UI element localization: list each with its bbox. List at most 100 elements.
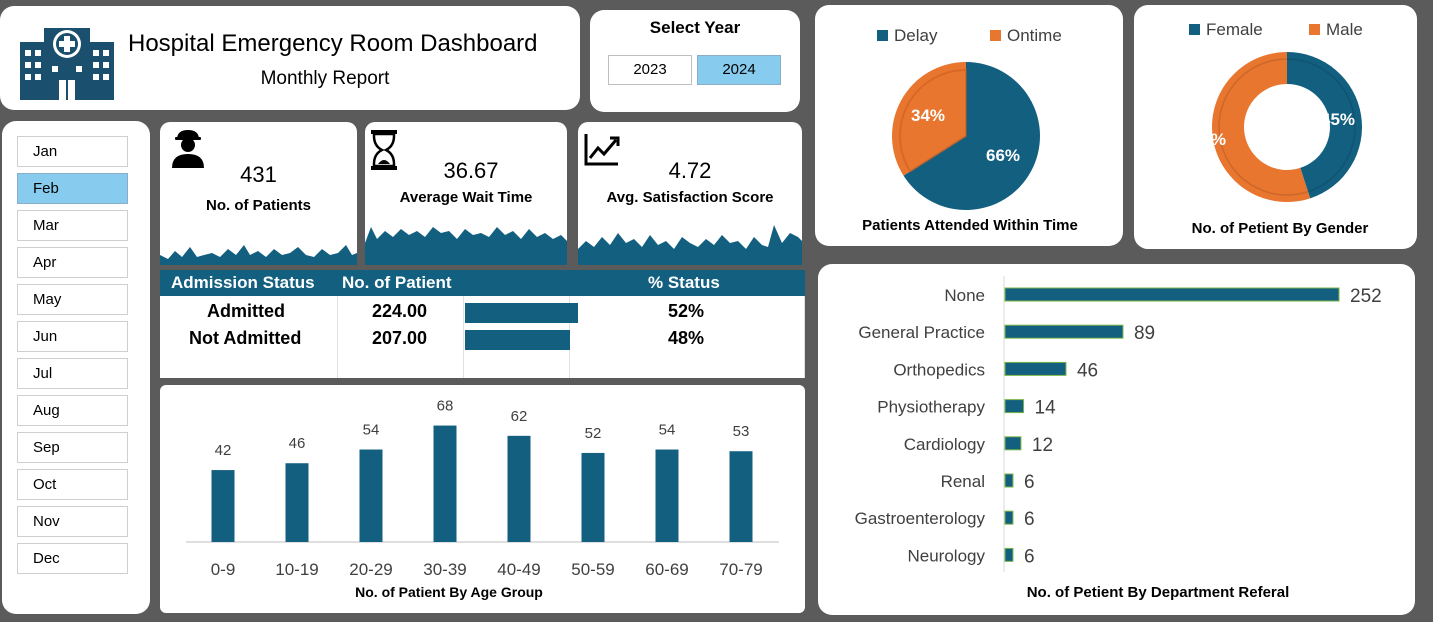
bar-50-59 [581,452,605,542]
kpi-wait-time-label: Average Wait Time [399,189,533,206]
slice-label-female: 45% [1321,110,1355,129]
kpi-patients-sparkline [160,245,357,265]
admission-bar-admitted [465,303,578,323]
bar-orthopedics [1004,361,1067,376]
admission-table-header: Admission Status No. of Patient % Status [160,270,805,296]
admission-status-table: Admission Status No. of Patient % Status… [160,270,805,378]
kpi-satisfaction-card: 4.72 Avg. Satisfaction Score [578,122,802,265]
slice-label-delay: 66% [986,146,1020,165]
table-row: Not Admitted 207.00 48% [160,326,805,353]
bar-70-79 [729,451,753,542]
data-label: 42 [215,442,232,459]
year-button-2023[interactable]: 2023 [608,55,692,85]
slice-label-male: 55% [1192,130,1226,149]
admission-status-cell: Not Admitted [189,328,302,348]
department-referral-card: None 252 General Practice 89 Orthopedics 46 Ph… [818,264,1415,615]
kpi-patients-value: 431 [240,162,277,187]
month-button-apr[interactable]: Apr [17,247,128,278]
kpi-satisfaction-label: Avg. Satisfaction Score [606,189,774,206]
age-group-chart: 42 0-9 46 10-19 54 20-29 68 30-39 62 40-49 52 50-59… [186,398,779,600]
data-label: 12 [1032,435,1053,456]
month-button-mar[interactable]: Mar [17,210,128,241]
bar-30-39 [433,425,457,542]
kpi-wait-time-sparkline [365,227,567,265]
month-button-jun[interactable]: Jun [17,321,128,352]
data-label: 6 [1024,472,1035,493]
month-button-feb[interactable]: Feb [17,173,128,204]
year-selector-label: Select Year [649,18,741,37]
data-label: 62 [511,408,528,425]
month-button-dec[interactable]: Dec [17,543,128,574]
month-slicer: Jan Feb Mar Apr May Jun Jul Aug Sep Oct Nov Dec [2,121,150,614]
y-tick-label: Physiotherapy [877,398,985,417]
table-row: Admitted 224.00 52% [160,299,805,326]
kpi-patients-card: 431 No. of Patients [160,122,357,265]
bar-physiotherapy [1004,399,1025,414]
data-label: 6 [1024,546,1035,567]
x-tick-label: 40-49 [497,560,540,579]
month-button-jul[interactable]: Jul [17,358,128,389]
x-tick-label: 30-39 [423,560,466,579]
legend-swatch-female [1189,24,1200,35]
bar-cardiology [1004,436,1022,451]
admission-percent-cell: 52% [668,301,705,321]
chart-title: No. of Petient By Gender [1192,220,1369,237]
month-button-aug[interactable]: Aug [17,395,128,426]
data-label: 252 [1350,286,1382,307]
data-label: 54 [659,422,676,439]
bar-10-19 [285,463,309,542]
bar-20-29 [359,449,383,542]
data-label: 6 [1024,509,1035,530]
header-card: Hospital Emergency Room Dashboard Monthl… [0,6,580,110]
bar-gastroenterology [1004,510,1014,525]
data-label: 46 [289,435,306,452]
y-tick-label: Renal [941,472,985,491]
year-button-2024[interactable]: 2024 [697,55,781,85]
admission-bar-not-admitted [465,330,570,350]
month-button-jan[interactable]: Jan [17,136,128,167]
chart-title: Patients Attended Within Time [862,217,1078,234]
month-button-nov[interactable]: Nov [17,506,128,537]
chart-title: No. of Patient By Age Group [355,584,543,600]
bar-general-practice [1004,324,1124,339]
year-selector: Select Year 2023 2024 [590,10,800,112]
bar-neurology [1004,547,1014,562]
department-referral-chart: None 252 General Practice 89 Orthopedics 46 Ph… [855,276,1382,601]
attended-within-time-card: 66% 34% Delay Ontime Patients Attended Withi… [815,5,1123,246]
y-tick-label: Cardiology [904,435,986,454]
admission-count-cell: 207.00 [372,328,428,348]
month-button-oct[interactable]: Oct [17,469,128,500]
x-tick-label: 50-59 [571,560,614,579]
kpi-patients-label: No. of Patients [205,197,311,214]
month-button-may[interactable]: May [17,284,128,315]
month-button-sep[interactable]: Sep [17,432,128,463]
age-group-chart-card: 42 0-9 46 10-19 54 20-29 68 30-39 62 40-49 52 50-59… [160,385,805,613]
x-tick-label: 60-69 [645,560,688,579]
chart-title: No. of Petient By Department Referal [1027,584,1290,601]
legend-swatch-delay [877,30,888,41]
kpi-satisfaction-value: 4.72 [668,158,712,183]
data-label: 54 [363,422,380,439]
y-tick-label: General Practice [858,323,985,342]
legend-label-ontime: Ontime [1007,26,1062,45]
y-tick-label: Orthopedics [893,360,985,379]
y-tick-label: None [944,286,985,305]
bar-renal [1004,473,1014,488]
legend-label-male: Male [1326,20,1363,39]
bar-40-49 [507,435,531,542]
admission-header-percent: % Status [648,273,720,292]
bar-0-9 [211,470,235,542]
kpi-satisfaction-sparkline [578,225,802,265]
data-label: 53 [733,423,750,440]
admission-status-cell: Admitted [207,301,285,321]
admission-percent-cell: 48% [668,328,705,348]
kpi-wait-time-value: 36.67 [443,158,499,183]
admission-count-cell: 224.00 [372,301,428,321]
x-tick-label: 20-29 [349,560,392,579]
x-tick-label: 0-9 [211,560,236,579]
gender-chart: 45% 55% Female Male No. of Petient By Gender [1189,20,1369,237]
data-label: 46 [1077,360,1098,381]
data-label: 52 [585,425,602,442]
x-tick-label: 10-19 [275,560,318,579]
y-tick-label: Gastroenterology [855,509,986,528]
